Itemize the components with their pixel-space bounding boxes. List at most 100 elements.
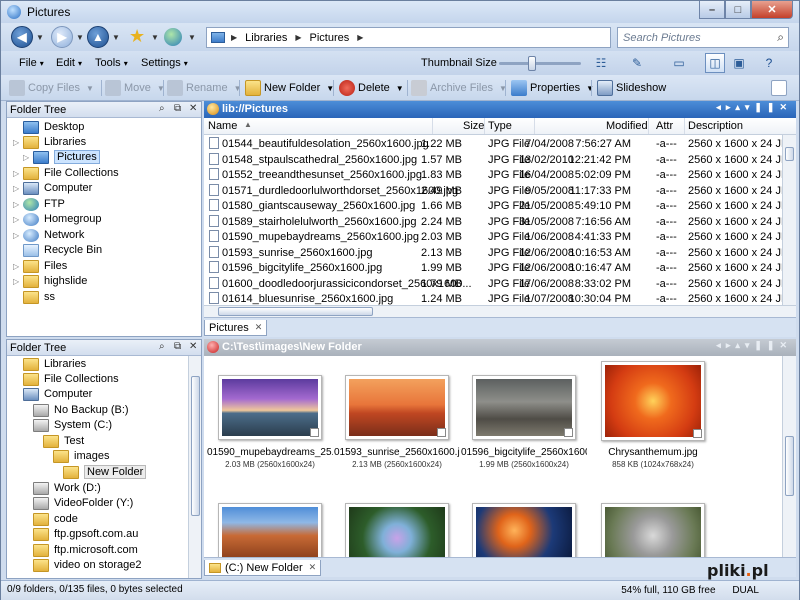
thumbnail-image[interactable]	[472, 375, 576, 440]
menu-file[interactable]: File	[19, 57, 44, 69]
tree-item-ftp-gpsoft[interactable]: ftp.gpsoft.com.au	[23, 526, 138, 542]
breadcrumb-pictures[interactable]: Pictures	[310, 32, 350, 44]
thumbnail-scrollbar[interactable]	[782, 356, 796, 557]
file-row[interactable]: 01596_bigcitylife_2560x1600.jpg 1.99 MB JP…	[204, 260, 796, 276]
find-icon[interactable]: ⌕	[159, 341, 165, 352]
layout-icon[interactable]: ▭	[669, 53, 689, 73]
tree-item-no-backup[interactable]: No Backup (B:)	[23, 402, 129, 418]
view-mode-icon[interactable]: ☷	[591, 53, 611, 73]
scrollbar-thumb[interactable]	[785, 147, 794, 161]
column-modified[interactable]: Modified	[606, 120, 648, 132]
help-icon[interactable]: ?	[759, 53, 779, 73]
thumbnail-size-slider[interactable]	[499, 56, 581, 71]
expand-icon[interactable]: ▷	[13, 262, 21, 271]
file-row[interactable]: 01571_durdledoorlulworthdorset_2560x1600…	[204, 183, 796, 199]
column-description[interactable]: Description	[688, 120, 743, 132]
close-button[interactable]: ✕	[751, 1, 793, 19]
scrollbar-thumb[interactable]	[191, 376, 200, 516]
toolbar-customize-button[interactable]	[771, 79, 790, 97]
menu-settings[interactable]: Settings	[141, 57, 188, 69]
thumbnail-image[interactable]	[218, 503, 322, 557]
expand-icon[interactable]: ▷	[13, 231, 21, 240]
maximize-button[interactable]: □	[725, 1, 751, 19]
file-row[interactable]: 01552_treeandthesunset_2560x1600.jpg 1.83…	[204, 167, 796, 183]
find-icon[interactable]: ⌕	[159, 103, 165, 114]
tree-item-libraries[interactable]: ▷ Libraries	[13, 134, 86, 150]
file-list-hscrollbar[interactable]	[204, 305, 796, 317]
file-row[interactable]: 01614_bluesunrise_2560x1600.jpg 1.24 MB JP…	[204, 291, 796, 305]
favorites-dropdown-icon[interactable]: ▼	[151, 33, 159, 42]
lister-controls-icon[interactable]: ◂▸▴▾❚❚✕	[716, 102, 792, 113]
tab-close-icon[interactable]: ✕	[309, 562, 317, 573]
tab-new-folder[interactable]: (C:) New Folder ✕	[204, 560, 322, 576]
column-attr[interactable]: Attr	[656, 120, 673, 132]
address-bar[interactable]: ▶ Libraries ▶ Pictures ▶	[206, 27, 611, 48]
slideshow-button[interactable]: Slideshow	[597, 79, 666, 97]
popout-icon[interactable]: ⧉	[174, 103, 181, 114]
expand-icon[interactable]: ▷	[13, 169, 21, 178]
file-row[interactable]: 01589_stairholelulworth_2560x1600.jpg 2.2…	[204, 214, 796, 230]
file-row[interactable]: 01600_doodledoorjurassicicondorset_2560x…	[204, 276, 796, 292]
scrollbar-thumb[interactable]	[785, 436, 794, 496]
menu-tools[interactable]: Tools	[95, 57, 128, 69]
move-button[interactable]: Move ▼	[105, 79, 165, 97]
expand-icon[interactable]: ▷	[13, 138, 21, 147]
tree-item-ftp-microsoft[interactable]: ftp.microsoft.com	[23, 542, 138, 558]
tree-item-videofolder-y[interactable]: VideoFolder (Y:)	[23, 495, 133, 511]
file-row[interactable]: 01548_stpaulscathedral_2560x1600.jpg 1.57…	[204, 152, 796, 168]
back-dropdown-icon[interactable]: ▼	[36, 33, 44, 42]
tree-bottom-scrollbar[interactable]	[188, 356, 201, 578]
tree-item-network[interactable]: ▷ Network	[13, 227, 84, 243]
file-row[interactable]: 01580_giantscauseway_2560x1600.jpg 1.66 M…	[204, 198, 796, 214]
up-dropdown-icon[interactable]: ▼	[112, 33, 120, 42]
tree-item-images[interactable]: images	[43, 448, 109, 464]
tree-item-desktop[interactable]: Desktop	[13, 119, 84, 135]
rename-button[interactable]: Rename ▼	[167, 79, 242, 97]
tree-item-file-collections[interactable]: ▷ File Collections	[13, 165, 119, 181]
expand-icon[interactable]: ▷	[13, 215, 21, 224]
thumbnail-image[interactable]	[472, 503, 576, 557]
file-row[interactable]: 01544_beautifuldesolation_2560x1600.jpg 1…	[204, 136, 796, 152]
menu-edit[interactable]: Edit	[56, 57, 82, 69]
tree-item-system-c[interactable]: System (C:)	[23, 417, 112, 433]
lister-controls-icon[interactable]: ◂▸▴▾❚❚✕	[716, 340, 792, 351]
tab-close-icon[interactable]: ✕	[255, 322, 263, 333]
expand-icon[interactable]: ▷	[13, 277, 21, 286]
copy-files-button[interactable]: Copy Files ▼	[9, 79, 94, 97]
expand-icon[interactable]: ▷	[13, 200, 21, 209]
minimize-button[interactable]: –	[699, 1, 725, 19]
column-name[interactable]: Name	[208, 120, 237, 132]
tree-item-work-d[interactable]: Work (D:)	[23, 480, 101, 496]
forward-dropdown-icon[interactable]: ▼	[76, 33, 84, 42]
slider-knob[interactable]	[527, 56, 536, 71]
thumbnail-image[interactable]	[345, 375, 449, 440]
favorites-star-icon[interactable]: ★	[129, 27, 145, 45]
search-icon[interactable]: ⌕	[777, 30, 784, 45]
search-input[interactable]: Search Pictures ⌕	[617, 27, 789, 48]
thumbnail-image[interactable]	[345, 503, 449, 557]
dual-vertical-icon[interactable]: ◫	[705, 53, 725, 73]
tree-item-pictures[interactable]: ▷ Pictures	[23, 149, 100, 165]
tree-item-recycle-bin[interactable]: Recycle Bin	[13, 242, 102, 258]
globe-icon[interactable]	[164, 28, 182, 46]
file-list-scrollbar[interactable]	[782, 135, 796, 305]
tree-item-video-storage2[interactable]: video on storage2	[23, 557, 141, 573]
tree-item-code[interactable]: code	[23, 511, 78, 527]
breadcrumb-libraries[interactable]: Libraries	[245, 32, 287, 44]
properties-button[interactable]: Properties▼	[511, 79, 594, 97]
viewer-pane-icon[interactable]: ▣	[729, 53, 749, 73]
file-row[interactable]: 01590_mupebaydreams_2560x1600.jpg 2.03 MB…	[204, 229, 796, 245]
thumbnail-image[interactable]	[601, 361, 705, 441]
tree-item-computer[interactable]: Computer	[13, 386, 92, 402]
tree-item-libraries[interactable]: Libraries	[13, 356, 86, 372]
file-row[interactable]: 01593_sunrise_2560x1600.jpg 2.13 MB JPG Fi…	[204, 245, 796, 261]
tree-item-files[interactable]: ▷ Files	[13, 258, 67, 274]
close-pane-icon[interactable]: ✕	[189, 103, 197, 114]
thumbnail-image[interactable]	[218, 375, 322, 440]
popout-icon[interactable]: ⧉	[174, 341, 181, 352]
hscroll-thumb[interactable]	[218, 307, 373, 316]
edit-icon[interactable]: ✎	[627, 53, 647, 73]
tree-item-homegroup[interactable]: ▷ Homegroup	[13, 211, 101, 227]
tree-item-new-folder[interactable]: New Folder	[53, 464, 147, 480]
back-button[interactable]: ◀	[11, 26, 33, 48]
